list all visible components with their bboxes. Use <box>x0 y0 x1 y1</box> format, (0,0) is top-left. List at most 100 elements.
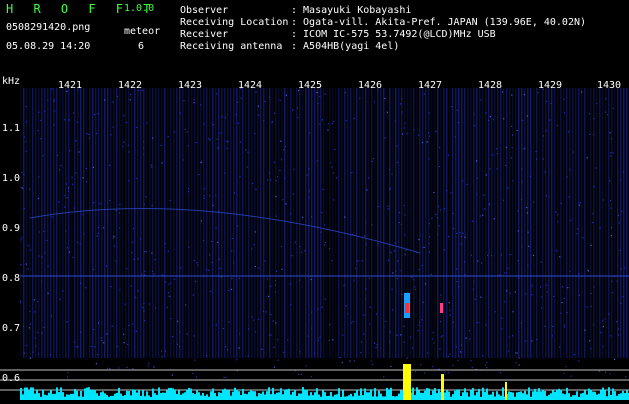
baseline-bar <box>374 388 376 400</box>
noise-speckle <box>122 145 124 148</box>
noise-column <box>107 88 109 358</box>
noise-speckle <box>109 368 111 370</box>
noise-speckle <box>542 158 544 160</box>
baseline-bar <box>528 387 530 400</box>
noise-speckle <box>387 208 389 210</box>
noise-speckle <box>413 279 415 281</box>
noise-column <box>95 88 97 358</box>
spectrogram <box>0 78 629 400</box>
noise-speckle <box>262 310 264 312</box>
noise-speckle <box>557 221 559 223</box>
baseline-bar <box>434 388 436 400</box>
noise-speckle <box>593 117 595 120</box>
baseline-bar <box>102 391 104 400</box>
noise-speckle <box>424 283 427 285</box>
noise-speckle <box>330 162 332 164</box>
noise-speckle <box>490 255 492 257</box>
noise-column <box>176 88 178 358</box>
noise-speckle <box>587 270 590 272</box>
noise-speckle <box>21 187 24 189</box>
noise-speckle <box>535 150 537 153</box>
baseline-bar <box>368 392 370 400</box>
noise-speckle <box>211 240 213 242</box>
noise-speckle <box>72 112 74 114</box>
noise-column <box>278 88 280 358</box>
noise-speckle <box>473 281 475 283</box>
baseline-bar <box>162 392 164 400</box>
noise-column <box>50 88 52 358</box>
baseline-bar <box>334 394 336 400</box>
noise-speckle <box>270 285 272 287</box>
noise-speckle <box>327 129 329 131</box>
noise-speckle <box>536 339 538 341</box>
baseline-bar <box>20 388 22 400</box>
noise-speckle <box>344 216 346 218</box>
noise-speckle <box>439 147 441 149</box>
baseline-bar <box>588 388 590 400</box>
noise-speckle <box>430 273 432 275</box>
noise-speckle <box>113 235 115 238</box>
noise-speckle <box>509 292 511 294</box>
noise-column <box>566 88 568 358</box>
noise-speckle <box>515 362 517 364</box>
baseline-bar <box>382 396 384 400</box>
noise-column <box>89 88 91 358</box>
noise-speckle <box>40 280 42 282</box>
noise-speckle <box>328 247 331 250</box>
noise-speckle <box>197 264 199 266</box>
noise-speckle <box>625 376 627 378</box>
noise-speckle <box>561 302 563 304</box>
noise-speckle <box>25 121 27 123</box>
noise-speckle <box>581 91 583 93</box>
baseline-bar <box>144 396 146 400</box>
baseline-bar <box>356 389 358 400</box>
baseline-bar <box>478 388 480 400</box>
baseline-bar <box>160 393 162 400</box>
noise-speckle <box>486 362 488 364</box>
baseline-bar <box>500 395 502 400</box>
noise-speckle <box>215 227 217 229</box>
noise-speckle <box>470 360 472 362</box>
noise-speckle <box>112 101 114 103</box>
noise-speckle <box>67 376 69 378</box>
noise-speckle <box>71 176 73 178</box>
noise-speckle <box>291 255 293 257</box>
baseline-bar <box>552 390 554 400</box>
noise-speckle <box>67 372 69 374</box>
noise-speckle <box>192 372 194 374</box>
noise-speckle <box>270 179 272 181</box>
noise-speckle <box>236 359 238 361</box>
noise-column <box>608 88 610 358</box>
noise-speckle <box>444 371 446 373</box>
noise-speckle <box>423 301 425 303</box>
noise-column <box>524 88 526 358</box>
noise-speckle <box>193 260 195 262</box>
noise-speckle <box>275 195 277 198</box>
noise-speckle <box>444 208 446 210</box>
baseline-bar <box>244 393 246 400</box>
noise-speckle <box>502 91 504 93</box>
noise-speckle <box>38 255 40 257</box>
noise-column <box>281 88 283 358</box>
baseline-bar <box>242 388 244 400</box>
noise-speckle <box>126 121 128 124</box>
noise-column <box>200 88 202 358</box>
noise-column <box>572 88 574 358</box>
noise-speckle <box>142 307 144 309</box>
baseline-bar <box>524 390 526 400</box>
baseline-bar <box>266 391 268 400</box>
noise-speckle <box>93 202 95 204</box>
noise-speckle <box>266 278 268 280</box>
baseline-bar <box>560 389 562 400</box>
baseline-bar <box>300 393 302 400</box>
noise-speckle <box>485 324 487 326</box>
noise-column <box>23 88 25 358</box>
noise-column <box>20 88 22 358</box>
baseline-bar <box>344 396 346 400</box>
baseline-bar <box>214 392 216 400</box>
noise-speckle <box>477 260 479 262</box>
noise-speckle <box>372 158 375 160</box>
noise-speckle <box>589 133 591 135</box>
noise-speckle <box>187 191 190 193</box>
noise-speckle <box>128 324 130 326</box>
